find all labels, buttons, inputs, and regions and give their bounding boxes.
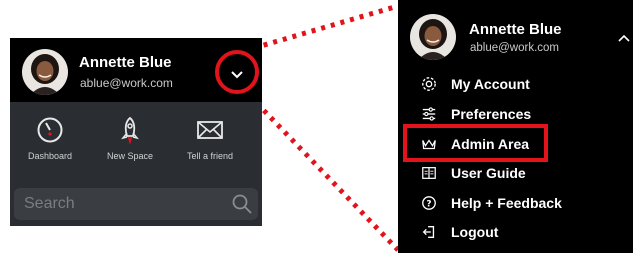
avatar xyxy=(410,14,456,60)
menu-item-label: Help + Feedback xyxy=(451,195,562,211)
menu-item-label: My Account xyxy=(451,76,530,92)
user-email: ablue@work.com xyxy=(470,42,560,54)
connector-line-top xyxy=(253,3,399,51)
quick-action-label: New Space xyxy=(106,151,154,161)
quick-action-tell-a-friend[interactable]: Tell a friend xyxy=(170,116,250,161)
user-email: ablue@work.com xyxy=(80,76,173,90)
gauge-icon xyxy=(37,117,63,143)
gear-icon xyxy=(422,77,436,91)
user-menu-expanded: Annette Blue ablue@work.com My Account P… xyxy=(398,0,633,253)
question-circle-icon: ? xyxy=(422,196,436,210)
quick-action-new-space[interactable]: New Space xyxy=(90,116,170,161)
user-panel-collapsed: Annette Blue ablue@work.com Dashboard Ne… xyxy=(10,38,262,226)
menu-item-my-account[interactable]: My Account xyxy=(398,70,633,98)
svg-text:?: ? xyxy=(426,200,431,210)
menu-item-label: Logout xyxy=(451,224,499,240)
highlight-circle xyxy=(215,50,259,94)
quick-actions: Dashboard New Space Tell a friend xyxy=(10,102,262,182)
quick-action-dashboard[interactable]: Dashboard xyxy=(10,116,90,161)
connector-line-bottom xyxy=(248,94,400,252)
envelope-icon xyxy=(197,121,223,139)
avatar xyxy=(22,49,68,95)
user-name: Annette Blue xyxy=(469,21,562,38)
sliders-icon xyxy=(422,107,436,121)
book-icon xyxy=(422,167,436,179)
menu-item-logout[interactable]: Logout xyxy=(398,218,633,246)
search-icon[interactable] xyxy=(232,194,252,214)
chevron-up-icon[interactable] xyxy=(618,34,630,42)
logout-icon xyxy=(422,226,435,238)
user-name: Annette Blue xyxy=(79,54,172,71)
search-placeholder: Search xyxy=(24,195,75,212)
user-header[interactable]: Annette Blue ablue@work.com xyxy=(10,38,262,102)
menu-item-user-guide[interactable]: User Guide xyxy=(398,159,633,187)
menu-item-help-feedback[interactable]: ? Help + Feedback xyxy=(398,189,633,217)
menu-item-label: Preferences xyxy=(451,106,532,122)
menu-item-label: User Guide xyxy=(451,165,526,181)
quick-action-label: Tell a friend xyxy=(186,151,234,161)
search-input[interactable]: Search xyxy=(14,188,258,220)
quick-action-label: Dashboard xyxy=(27,151,73,161)
admin-area-highlight-box xyxy=(403,124,548,162)
rocket-icon xyxy=(121,116,139,144)
